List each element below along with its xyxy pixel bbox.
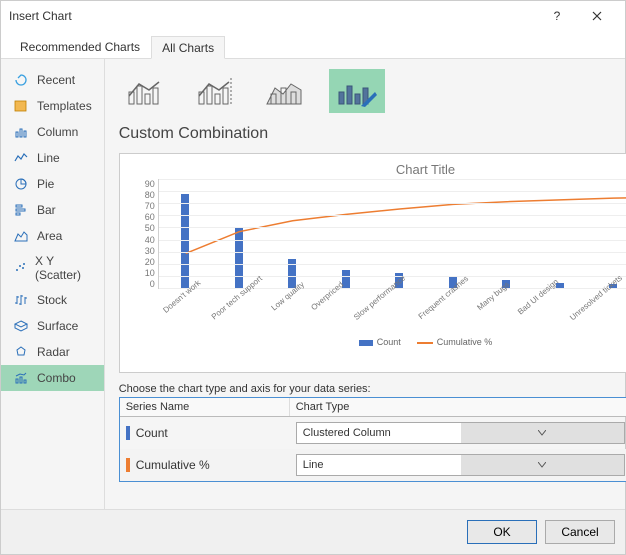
chart-preview: Chart Title 9080706050403020100 120%100%… [119, 153, 626, 373]
combo-thumb-icon [125, 74, 169, 108]
sidebar-item-line[interactable]: Line [1, 145, 104, 171]
close-icon [592, 11, 602, 21]
cancel-button[interactable]: Cancel [545, 520, 615, 544]
series-name-cell: Cumulative % [120, 458, 290, 472]
chart-type-sidebar: Recent Templates Column Line Pie Bar Are… [1, 59, 105, 509]
chart-type-select-count[interactable]: Clustered Column [296, 422, 626, 444]
sidebar-item-label: Line [37, 151, 60, 165]
tab-bar: Recommended Charts All Charts [1, 31, 625, 59]
combo-subtype-custom[interactable] [329, 69, 385, 113]
sidebar-item-label: Stock [37, 293, 67, 307]
sidebar-item-label: Bar [37, 203, 56, 217]
sidebar-item-label: Radar [37, 345, 70, 359]
series-name: Count [136, 426, 168, 440]
chart-type-select-cumulative[interactable]: Line [296, 454, 626, 476]
header-chart-type: Chart Type [290, 398, 626, 416]
sidebar-item-label: Pie [37, 177, 54, 191]
titlebar: Insert Chart ? [1, 1, 625, 31]
sidebar-item-label: Recent [37, 73, 75, 87]
series-swatch [126, 458, 130, 472]
scatter-icon [13, 260, 27, 276]
help-button[interactable]: ? [537, 2, 577, 30]
surface-icon [13, 318, 29, 334]
legend-swatch-bar [359, 340, 373, 346]
chart-plot [158, 179, 626, 289]
combo-thumb-icon [265, 74, 309, 108]
chart-title: Chart Title [126, 162, 626, 177]
line-overlay [159, 179, 626, 288]
series-name-cell: Count [120, 426, 290, 440]
legend-swatch-line [417, 342, 433, 344]
combo-thumb-icon [335, 74, 379, 108]
ok-button[interactable]: OK [467, 520, 537, 544]
series-prompt: Choose the chart type and axis for your … [119, 383, 626, 395]
x-axis: Doesn't workPoor tech supportLow quality… [158, 289, 626, 337]
column-icon [13, 124, 29, 140]
sidebar-item-surface[interactable]: Surface [1, 313, 104, 339]
sidebar-item-label: Column [37, 125, 78, 139]
chevron-down-icon [461, 455, 625, 475]
tab-recommended[interactable]: Recommended Charts [9, 35, 151, 58]
close-button[interactable] [577, 2, 617, 30]
sidebar-item-area[interactable]: Area [1, 223, 104, 249]
main-panel: Custom Combination Chart Title 908070605… [105, 59, 626, 509]
sidebar-item-radar[interactable]: Radar [1, 339, 104, 365]
series-row-cumulative: Cumulative % Line ✓ [120, 449, 626, 481]
sidebar-item-label: Combo [37, 371, 76, 385]
select-value: Line [297, 459, 461, 471]
series-table-header: Series Name Chart Type Secondary Axis [120, 398, 626, 417]
window-title: Insert Chart [9, 9, 537, 23]
chevron-down-icon [461, 423, 625, 443]
insert-chart-dialog: Insert Chart ? Recommended Charts All Ch… [0, 0, 626, 555]
dialog-footer: OK Cancel [1, 509, 625, 554]
section-title: Custom Combination [119, 125, 626, 143]
combo-thumb-icon [195, 74, 239, 108]
area-icon [13, 228, 29, 244]
series-row-count: Count Clustered Column [120, 417, 626, 449]
templates-icon [13, 98, 29, 114]
sidebar-item-pie[interactable]: Pie [1, 171, 104, 197]
combo-subtype-3[interactable] [259, 69, 315, 113]
select-value: Clustered Column [297, 427, 461, 439]
sidebar-item-recent[interactable]: Recent [1, 67, 104, 93]
sidebar-item-templates[interactable]: Templates [1, 93, 104, 119]
combo-icon [13, 370, 29, 386]
sidebar-item-bar[interactable]: Bar [1, 197, 104, 223]
series-name: Cumulative % [136, 458, 210, 472]
line-icon [13, 150, 29, 166]
series-swatch [126, 426, 130, 440]
header-series-name: Series Name [120, 398, 290, 416]
series-table: Series Name Chart Type Secondary Axis Co… [119, 397, 626, 482]
sidebar-item-combo[interactable]: Combo [1, 365, 104, 391]
sidebar-item-column[interactable]: Column [1, 119, 104, 145]
radar-icon [13, 344, 29, 360]
combo-subtype-2[interactable] [189, 69, 245, 113]
sidebar-item-scatter[interactable]: X Y (Scatter) [1, 249, 104, 287]
sidebar-item-label: Surface [37, 319, 78, 333]
primary-y-axis: 9080706050403020100 [126, 179, 158, 289]
combo-subtype-1[interactable] [119, 69, 175, 113]
sidebar-item-label: Area [37, 229, 62, 243]
recent-icon [13, 72, 29, 88]
stock-icon [13, 292, 29, 308]
tab-all-charts[interactable]: All Charts [151, 36, 225, 59]
pie-icon [13, 176, 29, 192]
dialog-body: Recent Templates Column Line Pie Bar Are… [1, 59, 625, 509]
sidebar-item-label: Templates [37, 99, 92, 113]
combo-subtypes [119, 69, 626, 113]
sidebar-item-stock[interactable]: Stock [1, 287, 104, 313]
chart-plot-area: 9080706050403020100 120%100%80%60%40%20%… [126, 179, 626, 289]
sidebar-item-label: X Y (Scatter) [35, 254, 92, 282]
bar-icon [13, 202, 29, 218]
